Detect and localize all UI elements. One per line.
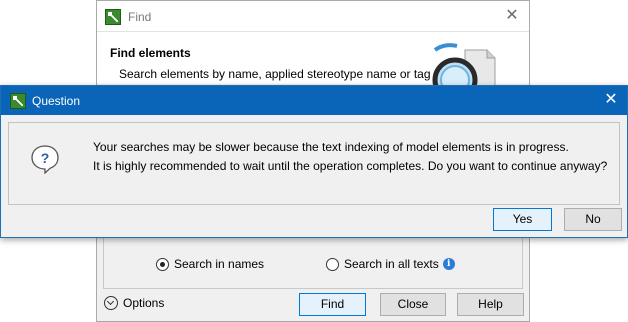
question-message-line-1: Your searches may be slower because the … [93, 140, 569, 154]
find-window-title: Find [128, 10, 152, 24]
svg-text:?: ? [41, 150, 50, 166]
app-logo-icon [105, 9, 121, 25]
radio-label: Search in all texts [344, 257, 439, 271]
yes-button[interactable]: Yes [493, 208, 552, 231]
options-toggle[interactable]: Options [104, 296, 164, 310]
question-message-line-2: It is highly recommended to wait until t… [93, 159, 608, 173]
find-description: Search elements by name, applied stereot… [119, 67, 431, 81]
question-dialog: Question ✕ ? Your searches may be slower… [0, 85, 628, 238]
radio-button-checked[interactable] [156, 257, 169, 271]
find-titlebar[interactable]: Find ✕ [97, 1, 529, 32]
close-icon[interactable]: ✕ [501, 6, 523, 26]
question-title: Question [32, 94, 81, 108]
info-icon[interactable]: i [442, 258, 455, 270]
find-heading: Find elements [110, 46, 191, 60]
radio-button[interactable] [326, 257, 339, 271]
radio-label: Search in names [174, 257, 265, 271]
radio-search-in-all-texts[interactable]: Search in all texts i [326, 256, 455, 272]
question-titlebar[interactable]: Question ✕ [1, 86, 627, 115]
help-button[interactable]: Help [457, 293, 524, 316]
radio-search-in-names[interactable]: Search in names [156, 256, 264, 272]
close-button[interactable]: Close [380, 293, 446, 316]
close-icon[interactable]: ✕ [600, 90, 622, 110]
question-icon: ? [31, 145, 59, 174]
find-header: Find elements Search elements by name, a… [97, 32, 529, 102]
question-message-panel: ? Your searches may be slower because th… [8, 122, 620, 205]
chevron-down-icon[interactable] [104, 296, 118, 310]
no-button[interactable]: No [564, 208, 622, 231]
find-button[interactable]: Find [299, 293, 366, 316]
options-label: Options [123, 296, 165, 310]
app-logo-icon [10, 93, 26, 109]
